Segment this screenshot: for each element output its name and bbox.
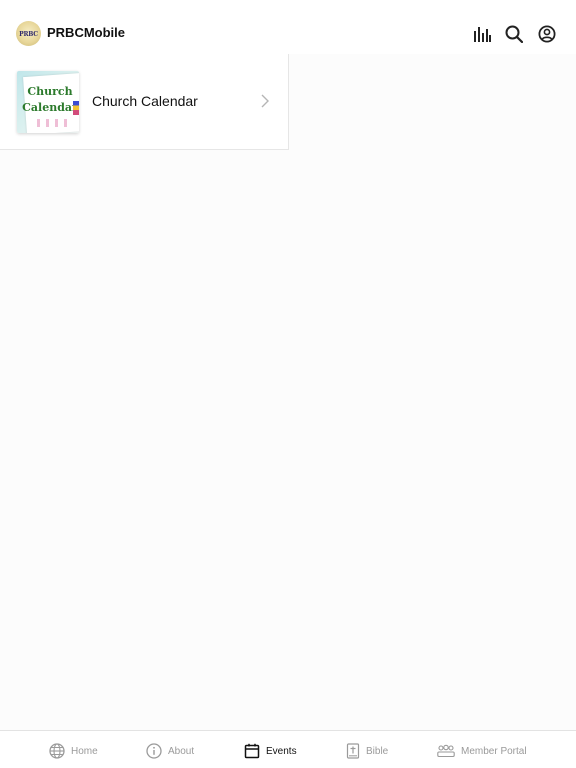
app-title: PRBCMobile	[47, 25, 125, 40]
bottom-tab-bar: Home About Events Bible Member Portal	[0, 730, 576, 768]
info-icon	[146, 743, 162, 759]
group-icon	[437, 744, 455, 758]
tab-about-label: About	[168, 745, 195, 757]
app-window: PRBC PRBCMobile Church Calendar Church C…	[0, 0, 576, 768]
tab-bible[interactable]: Bible	[346, 741, 388, 761]
bible-icon	[346, 743, 360, 759]
thumbnail-dots	[37, 119, 67, 127]
thumbnail-text-line-2: Calendar	[22, 101, 78, 114]
tab-events-label: Events	[266, 745, 297, 757]
tab-member-portal[interactable]: Member Portal	[437, 741, 527, 761]
list-item-label: Church Calendar	[92, 93, 198, 109]
tab-bible-label: Bible	[366, 745, 389, 757]
tab-home-label: Home	[71, 745, 98, 757]
events-list: Church Calendar Church Calendar	[0, 54, 289, 150]
search-icon[interactable]	[504, 24, 524, 44]
globe-icon	[49, 743, 65, 759]
thumbnail-color-bars	[73, 101, 79, 115]
tab-home[interactable]: Home	[49, 741, 98, 761]
chevron-right-icon	[261, 94, 269, 108]
app-header: PRBC PRBCMobile	[0, 0, 576, 54]
church-calendar-thumbnail: Church Calendar	[17, 71, 79, 133]
app-logo[interactable]: PRBC	[16, 21, 41, 46]
logo-text: PRBC	[19, 31, 38, 38]
account-icon[interactable]	[537, 24, 557, 44]
tab-about[interactable]: About	[146, 741, 194, 761]
thumbnail-text-line-1: Church	[27, 85, 73, 98]
equalizer-icon[interactable]	[472, 24, 492, 44]
list-item-church-calendar[interactable]: Church Calendar Church Calendar	[0, 54, 288, 149]
tab-events[interactable]: Events	[244, 741, 297, 761]
tab-member-portal-label: Member Portal	[461, 745, 527, 757]
calendar-icon	[244, 743, 260, 759]
